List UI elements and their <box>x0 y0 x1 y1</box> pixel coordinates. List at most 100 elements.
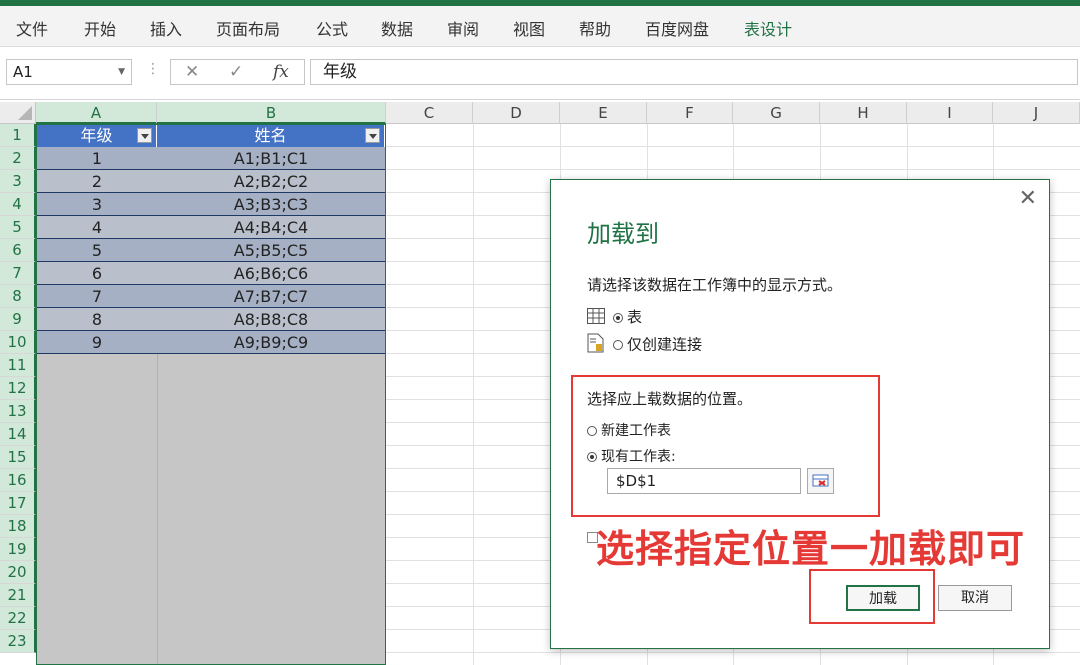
row-header[interactable]: 9 <box>0 308 36 331</box>
col-header-b[interactable]: B <box>157 102 386 124</box>
close-icon[interactable]: ✕ <box>1019 186 1037 211</box>
col-header-h[interactable]: H <box>820 102 907 124</box>
row-header[interactable]: 2 <box>0 147 36 170</box>
tab-table-design[interactable]: 表设计 <box>744 16 792 40</box>
tab-file[interactable]: 文件 <box>16 16 48 40</box>
range-picker-button[interactable] <box>807 468 834 494</box>
option-label: 新建工作表 <box>601 423 671 439</box>
radio-connection-only[interactable] <box>613 340 623 350</box>
row-header[interactable]: 10 <box>0 331 36 354</box>
row-header[interactable]: 22 <box>0 607 36 630</box>
col-header-g[interactable]: G <box>733 102 820 124</box>
row-header[interactable]: 15 <box>0 446 36 469</box>
row-header[interactable]: 4 <box>0 193 36 216</box>
range-picker-icon <box>812 474 829 487</box>
dialog-title: 加载到 <box>587 220 659 248</box>
ribbon-tabs: 文件 开始 插入 页面布局 公式 数据 审阅 视图 帮助 百度网盘 表设计 <box>0 6 1080 47</box>
tab-formulas[interactable]: 公式 <box>316 16 348 40</box>
table-cell[interactable]: 3 <box>37 193 157 216</box>
table-cell[interactable]: A7;B7;C7 <box>157 285 385 308</box>
tab-insert[interactable]: 插入 <box>150 16 182 40</box>
table-cell[interactable]: 5 <box>37 239 157 262</box>
reference-input[interactable]: $D$1 <box>607 468 801 494</box>
table-cell[interactable]: 7 <box>37 285 157 308</box>
table-cell[interactable]: A5;B5;C5 <box>157 239 385 262</box>
row-header[interactable]: 5 <box>0 216 36 239</box>
table-cell[interactable]: A9;B9;C9 <box>157 331 385 354</box>
col-header-e[interactable]: E <box>560 102 647 124</box>
table-header-label: 姓名 <box>254 126 287 145</box>
option-connection-only[interactable]: 仅创建连接 <box>587 333 702 357</box>
table-header-grade[interactable]: 年级 <box>37 124 157 147</box>
select-all-corner[interactable] <box>0 102 36 124</box>
row-header[interactable]: 18 <box>0 515 36 538</box>
fx-icon[interactable]: fx <box>273 62 289 82</box>
row-header[interactable]: 21 <box>0 584 36 607</box>
row-header[interactable]: 20 <box>0 561 36 584</box>
location-prompt: 选择应上载数据的位置。 <box>587 390 753 408</box>
col-header-c[interactable]: C <box>386 102 473 124</box>
cancel-button[interactable]: 取消 <box>938 585 1012 611</box>
option-existing-worksheet[interactable]: 现有工作表: <box>587 446 676 466</box>
formula-buttons: ✕ ✓ fx <box>170 59 305 85</box>
row-header[interactable]: 6 <box>0 239 36 262</box>
filter-dropdown-icon[interactable] <box>137 128 152 143</box>
row-header[interactable]: 17 <box>0 492 36 515</box>
row-header[interactable]: 1 <box>0 124 36 147</box>
row-header[interactable]: 3 <box>0 170 36 193</box>
check-icon[interactable]: ✓ <box>229 62 243 82</box>
option-new-worksheet[interactable]: 新建工作表 <box>587 420 671 440</box>
col-header-i[interactable]: I <box>907 102 993 124</box>
table-cell[interactable]: A3;B3;C3 <box>157 193 385 216</box>
col-header-a[interactable]: A <box>36 102 157 124</box>
annotation-text: 选择指定位置一加载即可 <box>596 527 1026 571</box>
radio-table[interactable] <box>613 312 623 323</box>
table-header-name[interactable]: 姓名 <box>157 124 385 147</box>
table-cell[interactable]: A1;B1;C1 <box>157 147 385 170</box>
table-cell[interactable]: A4;B4;C4 <box>157 216 385 239</box>
row-header[interactable]: 23 <box>0 630 36 653</box>
formula-input[interactable]: 年级 <box>310 59 1078 85</box>
table-cell[interactable]: A2;B2;C2 <box>157 170 385 193</box>
radio-new-worksheet[interactable] <box>587 426 597 436</box>
option-label: 现有工作表: <box>601 449 676 465</box>
col-header-f[interactable]: F <box>647 102 733 124</box>
table-cell[interactable]: 6 <box>37 262 157 285</box>
col-header-d[interactable]: D <box>473 102 560 124</box>
tab-home[interactable]: 开始 <box>84 16 116 40</box>
row-header[interactable]: 11 <box>0 354 36 377</box>
radio-existing-worksheet[interactable] <box>587 452 597 462</box>
table-cell[interactable]: 9 <box>37 331 157 354</box>
load-button[interactable]: 加载 <box>846 585 920 611</box>
table-cell[interactable]: A6;B6;C6 <box>157 262 385 285</box>
row-header[interactable]: 19 <box>0 538 36 561</box>
chevron-down-icon[interactable]: ▼ <box>118 60 125 84</box>
name-box-value: A1 <box>13 63 33 81</box>
connection-icon <box>587 333 605 357</box>
tab-help[interactable]: 帮助 <box>579 16 611 40</box>
tab-baidu-netdisk[interactable]: 百度网盘 <box>645 16 709 40</box>
row-header[interactable]: 16 <box>0 469 36 492</box>
table-cell[interactable]: A8;B8;C8 <box>157 308 385 331</box>
row-header[interactable]: 13 <box>0 400 36 423</box>
cancel-icon[interactable]: ✕ <box>185 62 199 82</box>
tab-view[interactable]: 视图 <box>513 16 545 40</box>
tab-page-layout[interactable]: 页面布局 <box>216 16 280 40</box>
table-header-label: 年级 <box>80 126 113 145</box>
option-label: 表 <box>627 308 643 326</box>
display-prompt: 请选择该数据在工作簿中的显示方式。 <box>587 276 843 294</box>
row-header[interactable]: 7 <box>0 262 36 285</box>
row-header[interactable]: 12 <box>0 377 36 400</box>
table-cell[interactable]: 2 <box>37 170 157 193</box>
option-table[interactable]: 表 <box>587 306 642 328</box>
table-cell[interactable]: 4 <box>37 216 157 239</box>
table-cell[interactable]: 1 <box>37 147 157 170</box>
table-cell[interactable]: 8 <box>37 308 157 331</box>
row-header[interactable]: 14 <box>0 423 36 446</box>
filter-dropdown-icon[interactable] <box>365 128 380 143</box>
col-header-j[interactable]: J <box>993 102 1080 124</box>
tab-data[interactable]: 数据 <box>381 16 413 40</box>
tab-review[interactable]: 审阅 <box>447 16 479 40</box>
row-header[interactable]: 8 <box>0 285 36 308</box>
name-box[interactable]: A1 ▼ <box>6 59 132 85</box>
